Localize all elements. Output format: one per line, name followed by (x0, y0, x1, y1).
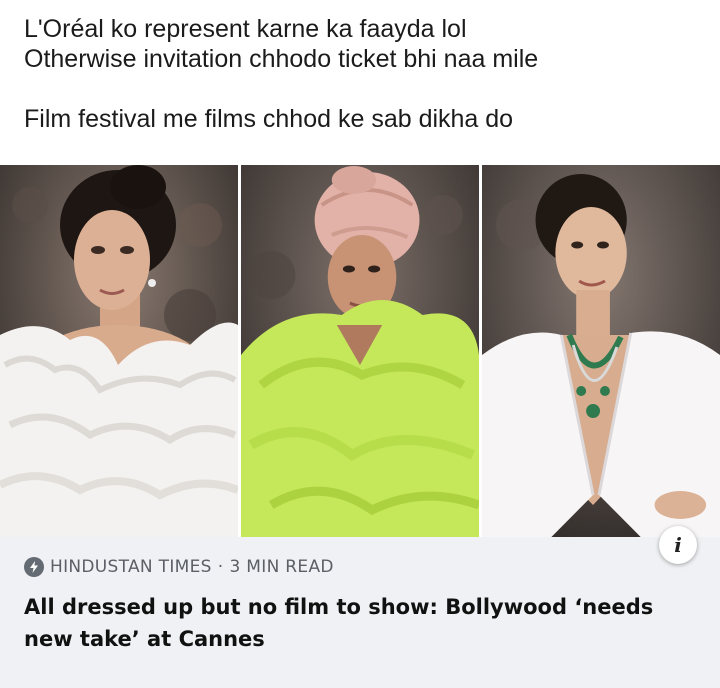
link-preview-image[interactable] (0, 165, 720, 537)
post-caption: L'Oréal ko represent karne ka faayda lol… (24, 14, 704, 134)
article-headline[interactable]: All dressed up but no film to show: Boll… (24, 591, 684, 655)
source-separator: · (217, 557, 224, 577)
publisher-name: HINDUSTAN TIMES (50, 557, 212, 577)
source-row: HINDUSTAN TIMES · 3 MIN READ (24, 557, 334, 577)
caption-line-1: L'Oréal ko represent karne ka faayda lol (24, 15, 467, 43)
caption-line-3: Film festival me films chhod ke sab dikh… (24, 105, 514, 133)
link-preview-card[interactable]: HINDUSTAN TIMES · 3 MIN READ All dressed… (0, 537, 720, 688)
photo-white-feather-gown (0, 165, 238, 537)
photo-white-blazer (482, 165, 720, 537)
info-icon[interactable]: i (659, 526, 697, 564)
caption-line-2: Otherwise invitation chhodo ticket bhi n… (24, 45, 539, 73)
publisher-bolt-icon (24, 557, 44, 577)
photo-lime-tulle-gown (241, 165, 479, 537)
read-time: 3 MIN READ (229, 557, 334, 577)
